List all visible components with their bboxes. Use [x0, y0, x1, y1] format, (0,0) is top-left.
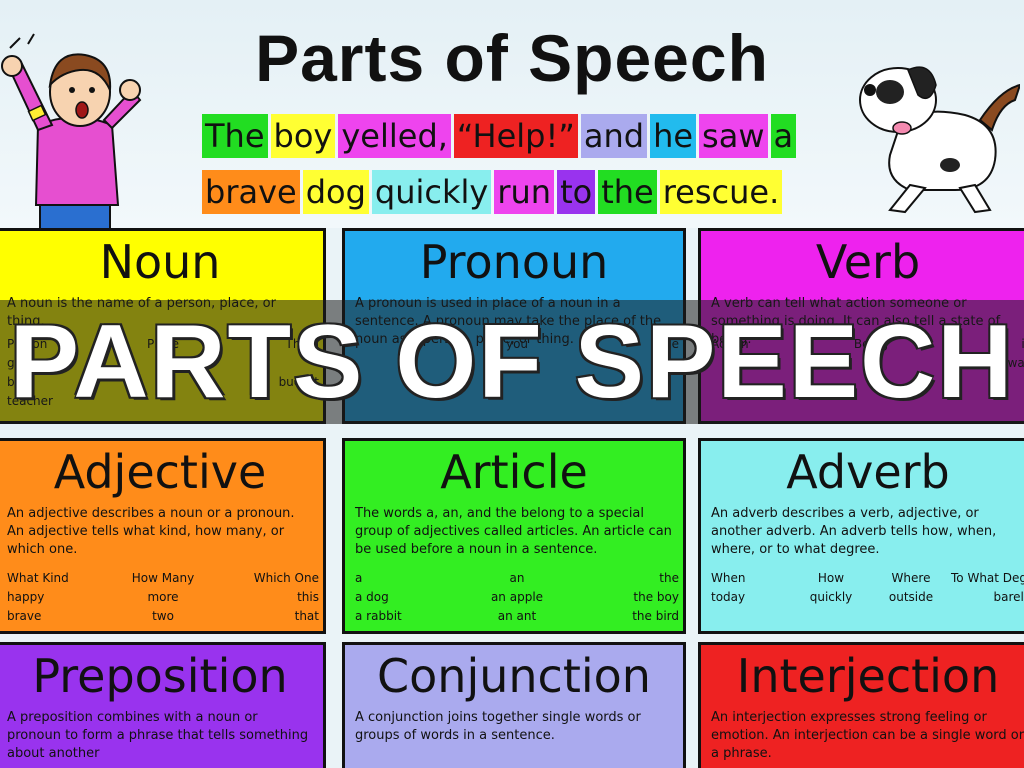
example-item: outside [888, 590, 934, 604]
card-example-column: the the boy the bird [571, 569, 679, 626]
sentence-word: brave [202, 170, 300, 214]
example-item: barely [993, 590, 1024, 604]
sentence-word: to [557, 170, 596, 214]
example-item: happy [7, 590, 45, 604]
example-item: this [297, 590, 319, 604]
sentence-word: dog [302, 170, 369, 214]
card-example-column: What Kind happy brave [7, 569, 111, 626]
card-description: A conjunction joins together single word… [355, 710, 641, 743]
example-item: How [817, 571, 845, 585]
example-item: that [294, 609, 319, 623]
card-example-column: Which One this that [215, 569, 319, 626]
example-item: more [147, 590, 179, 604]
card-title: Preposition [32, 649, 288, 703]
card-description: An adjective describes a noun or a prono… [7, 506, 295, 557]
card-example-column: Where outside [871, 569, 951, 607]
card-example-column: How quickly [791, 569, 871, 607]
example-item: an ant [497, 609, 537, 623]
example-sentence-line-2: brave dog quickly run to the rescue. [202, 170, 785, 214]
card-article: Article The words a, an, and the belong t… [342, 438, 686, 634]
card-title: Article [440, 445, 588, 499]
sentence-word: quickly [371, 170, 492, 214]
sentence-word: yelled, [338, 114, 451, 158]
card-description: The words a, an, and the belong to a spe… [355, 506, 672, 557]
poster-header: Parts of Speech The boy yelled, “Help!” and h… [0, 0, 1024, 230]
example-item: a [355, 571, 363, 585]
example-sentence-line-1: The boy yelled, “Help!” and he saw a [202, 114, 799, 158]
card-description: A preposition combines with a noun or pr… [7, 710, 309, 761]
card-example-column: an an apple an ant [463, 569, 571, 626]
example-item: To What Degree [951, 571, 1024, 585]
sentence-word: rescue. [659, 170, 783, 214]
card-adjective: Adjective An adjective describes a noun o… [0, 438, 326, 634]
card-example-column: a a dog a rabbit [355, 569, 463, 626]
sentence-word: he [650, 114, 697, 158]
card-description: An interjection expresses strong feeling… [711, 710, 1024, 761]
example-item: an apple [490, 590, 544, 604]
example-item: a dog [355, 590, 389, 604]
example-item: How Many [131, 571, 195, 585]
sentence-word: run [494, 170, 555, 214]
example-item: a rabbit [355, 609, 402, 623]
card-interjection: Interjection An interjection expresses st… [698, 642, 1024, 768]
card-example-column: When today [711, 569, 791, 607]
card-title: Verb [815, 235, 921, 289]
card-example-column: How Many more two [111, 569, 215, 626]
card-preposition: Preposition A preposition combines with a… [0, 642, 326, 768]
card-title: Adjective [53, 445, 267, 499]
yelling-boy-illustration [1, 33, 142, 230]
example-item: Which One [253, 571, 319, 585]
example-item: What Kind [7, 571, 69, 585]
running-dog-illustration [859, 66, 1020, 214]
sentence-word: the [598, 170, 657, 214]
card-title: Pronoun [419, 235, 609, 289]
card-title: Adverb [786, 445, 950, 499]
sentence-word: boy [270, 114, 336, 158]
card-description: An adverb describes a verb, adjective, o… [711, 506, 997, 557]
example-item: Where [891, 571, 931, 585]
sentence-word: “Help!” [453, 114, 578, 158]
example-item: the bird [632, 609, 679, 623]
card-adverb: Adverb An adverb describes a verb, adject… [698, 438, 1024, 634]
card-example-column: To What Degree barely [951, 569, 1024, 607]
example-item: the boy [633, 590, 679, 604]
card-conjunction: Conjunction A conjunction joins together … [342, 642, 686, 768]
card-title: Interjection [736, 649, 1000, 703]
example-item: quickly [809, 590, 853, 604]
card-title: Conjunction [377, 649, 651, 703]
example-item: an [509, 571, 525, 585]
sentence-word: The [202, 114, 268, 158]
poster-image: Parts of Speech The boy yelled, “Help!” and h… [0, 0, 1024, 768]
example-item: today [711, 590, 746, 604]
sentence-word: saw [699, 114, 768, 158]
banner-title: PARTS OF SPEECH [9, 304, 1015, 420]
sentence-word: and [580, 114, 648, 158]
example-item: When [711, 571, 746, 585]
card-title: Noun [99, 235, 221, 289]
example-item: brave [7, 609, 42, 623]
example-item: the [659, 571, 679, 585]
sentence-word: a [770, 114, 797, 158]
example-item: two [152, 609, 174, 623]
